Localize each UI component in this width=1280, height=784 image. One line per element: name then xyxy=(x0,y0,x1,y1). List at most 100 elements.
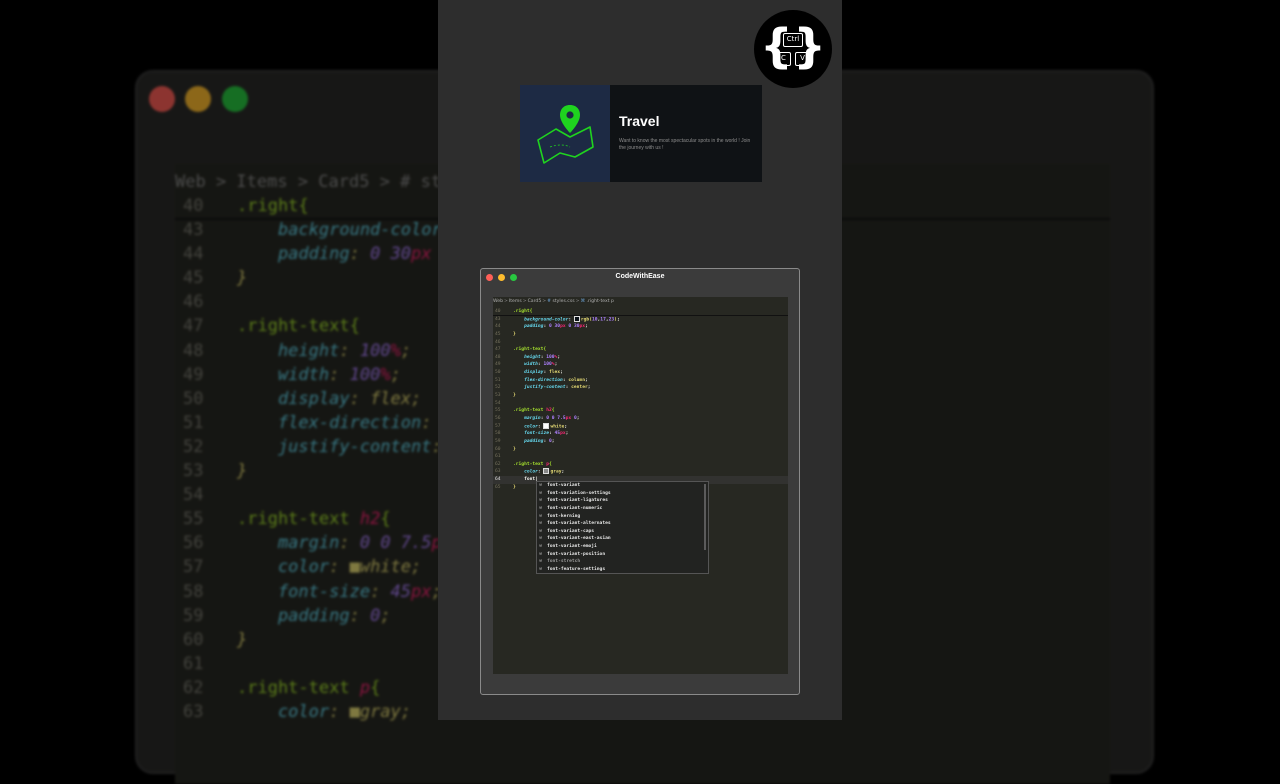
line-number: 53 xyxy=(495,393,501,399)
bg-line-number: 45 xyxy=(183,268,204,289)
line-text[interactable]: } xyxy=(513,392,516,400)
code-line[interactable]: 59 padding: 0; xyxy=(493,438,788,446)
line-number: 60 xyxy=(495,446,501,452)
code-line[interactable]: 57 color: white; xyxy=(493,422,788,431)
line-number: 45 xyxy=(495,331,501,337)
autocomplete-item[interactable]: ⚒ font-variant-ligatures xyxy=(537,497,708,505)
bg-line-text: height: 100%; xyxy=(237,340,412,361)
code-line[interactable]: 53} xyxy=(493,392,788,400)
autocomplete-item[interactable]: ⚒ font-variant-caps xyxy=(537,528,708,536)
code-line[interactable]: 45} xyxy=(493,331,788,339)
code-line[interactable]: 50 display: flex; xyxy=(493,369,788,377)
code-line[interactable]: 54 xyxy=(493,400,788,408)
line-text[interactable]: .right-text h2{ xyxy=(513,407,555,415)
code-line[interactable]: 60} xyxy=(493,446,788,454)
bg-line-number: 58 xyxy=(183,581,204,602)
line-text[interactable]: font-size: 45px; xyxy=(513,430,568,438)
code-line[interactable]: 40 .right{ xyxy=(493,308,788,316)
breadcrumb-item[interactable]: .right-text p xyxy=(587,299,614,304)
property-icon: ⚒ xyxy=(539,558,543,565)
line-text[interactable]: justify-content: center; xyxy=(513,384,590,392)
autocomplete-item[interactable]: ⚒ font-variant-numeric xyxy=(537,505,708,513)
autocomplete-label: font-variant-ligatures xyxy=(547,498,608,504)
autocomplete-label: font-variant-emoji xyxy=(547,544,597,550)
breadcrumb-item[interactable]: styles.css xyxy=(552,299,574,304)
code-line[interactable]: 48 height: 100%; xyxy=(493,354,788,362)
autocomplete-item[interactable]: ⚒ font-feature-settings xyxy=(537,566,708,574)
autocomplete-item[interactable]: ⚒ font-variant-position xyxy=(537,551,708,559)
autocomplete-item[interactable]: ⚒ font-variant-emoji xyxy=(537,543,708,551)
autocomplete-item[interactable]: ⚒ font-variant-east-asian xyxy=(537,535,708,543)
autocomplete-item[interactable]: ⚒ font-stretch xyxy=(537,558,708,566)
line-number: 63 xyxy=(495,469,501,475)
line-text[interactable]: .right-text p{ xyxy=(513,461,552,469)
line-text[interactable]: flex-direction: column; xyxy=(513,377,588,385)
property-icon: ⚒ xyxy=(539,504,543,511)
breadcrumb-item[interactable]: Items xyxy=(509,299,522,304)
bg-line-text: color: ■white; xyxy=(237,557,422,578)
code-line[interactable]: 62 .right-text p{ xyxy=(493,461,788,469)
code-line[interactable]: 56 margin: 0 0 7.5px 0; xyxy=(493,415,788,423)
bg-line-number: 59 xyxy=(183,605,204,626)
bg-line-number: 51 xyxy=(183,412,204,433)
bg-line-number: 49 xyxy=(183,364,204,385)
autocomplete-item[interactable]: ⚒ font-variant-alternates xyxy=(537,520,708,528)
autocomplete-list[interactable]: ⚒ font-variant ⚒ font-variation-settings ⚒ fo… xyxy=(536,481,709,574)
line-number: 61 xyxy=(495,454,501,460)
line-text[interactable]: .right{ xyxy=(513,308,532,316)
code-line[interactable]: 44 padding: 0 30px 0 30px; xyxy=(493,323,788,331)
property-icon: ⚒ xyxy=(539,566,543,573)
bg-minimize-dot xyxy=(185,86,211,112)
bg-line-number: 47 xyxy=(183,316,204,337)
breadcrumb-item[interactable]: Card5 xyxy=(528,299,542,304)
line-text[interactable]: margin: 0 0 7.5px 0; xyxy=(513,415,579,423)
code-line[interactable]: 55 .right-text h2{ xyxy=(493,407,788,415)
autocomplete-item[interactable]: ⚒ font-variant xyxy=(537,482,708,490)
code-line[interactable]: 46 xyxy=(493,339,788,347)
autocomplete-label: font-variant-numeric xyxy=(547,505,603,511)
autocomplete-label: font-variant xyxy=(547,483,581,488)
bg-line-text: padding: 0; xyxy=(237,605,391,626)
code-line[interactable]: 43 background-color: rgb(10,17,23); xyxy=(493,315,788,324)
autocomplete-label: font-variant-alternates xyxy=(547,521,611,527)
line-number: 48 xyxy=(495,354,501,360)
line-text[interactable]: .right-text{ xyxy=(513,346,546,354)
breadcrumb-item[interactable]: Web xyxy=(493,299,503,304)
travel-card: Travel Want to know the most spectacular… xyxy=(520,85,762,182)
code-line[interactable]: 61 xyxy=(493,453,788,461)
line-number: 50 xyxy=(495,370,501,376)
autocomplete-item[interactable]: ⚒ font-kerning xyxy=(537,513,708,521)
autocomplete-label: font-variant-east-asian xyxy=(547,536,611,542)
line-text[interactable]: display: flex; xyxy=(513,369,563,377)
line-number: 58 xyxy=(495,431,501,437)
channel-logo: { } Ctrl C V xyxy=(754,10,832,88)
line-text[interactable]: height: 100%; xyxy=(513,354,560,362)
code-line[interactable]: 58 font-size: 45px; xyxy=(493,430,788,438)
autocomplete-label: font-kerning xyxy=(547,513,581,519)
line-text[interactable]: } xyxy=(513,484,516,492)
line-text[interactable]: padding: 0 30px 0 30px; xyxy=(513,323,588,331)
code-line[interactable]: 49 width: 100%; xyxy=(493,361,788,369)
code-area[interactable]: 40 .right{43 background-color: rgb(10,17,… xyxy=(493,308,788,491)
autocomplete-label: font-feature-settings xyxy=(547,567,606,573)
line-text[interactable]: padding: 0; xyxy=(513,438,554,446)
bg-line-text: display: flex; xyxy=(237,388,422,409)
code-line[interactable]: 51 flex-direction: column; xyxy=(493,377,788,385)
line-text[interactable]: } xyxy=(513,331,516,339)
bg-line-text: } xyxy=(237,629,248,650)
code-line[interactable]: 52 justify-content: center; xyxy=(493,384,788,392)
bg-line-number: 50 xyxy=(183,388,204,409)
bg-line-text: justify-content: xyxy=(237,436,442,457)
autocomplete-label: font-variant-caps xyxy=(547,528,595,534)
bg-line-text: margin: 0 0 7.5px xyxy=(237,533,452,554)
code-line[interactable]: 63 color: gray; xyxy=(493,468,788,476)
bg-line-number: 53 xyxy=(183,461,204,482)
line-number: 49 xyxy=(495,362,501,368)
code-line[interactable]: 47 .right-text{ xyxy=(493,346,788,354)
bg-line-text: .right{ xyxy=(237,196,309,216)
line-text[interactable]: width: 100%; xyxy=(513,361,557,369)
bg-line-text: } xyxy=(237,268,248,289)
line-text[interactable]: } xyxy=(513,446,516,454)
autocomplete-item[interactable]: ⚒ font-variation-settings xyxy=(537,490,708,498)
line-text[interactable]: font| xyxy=(513,476,538,484)
